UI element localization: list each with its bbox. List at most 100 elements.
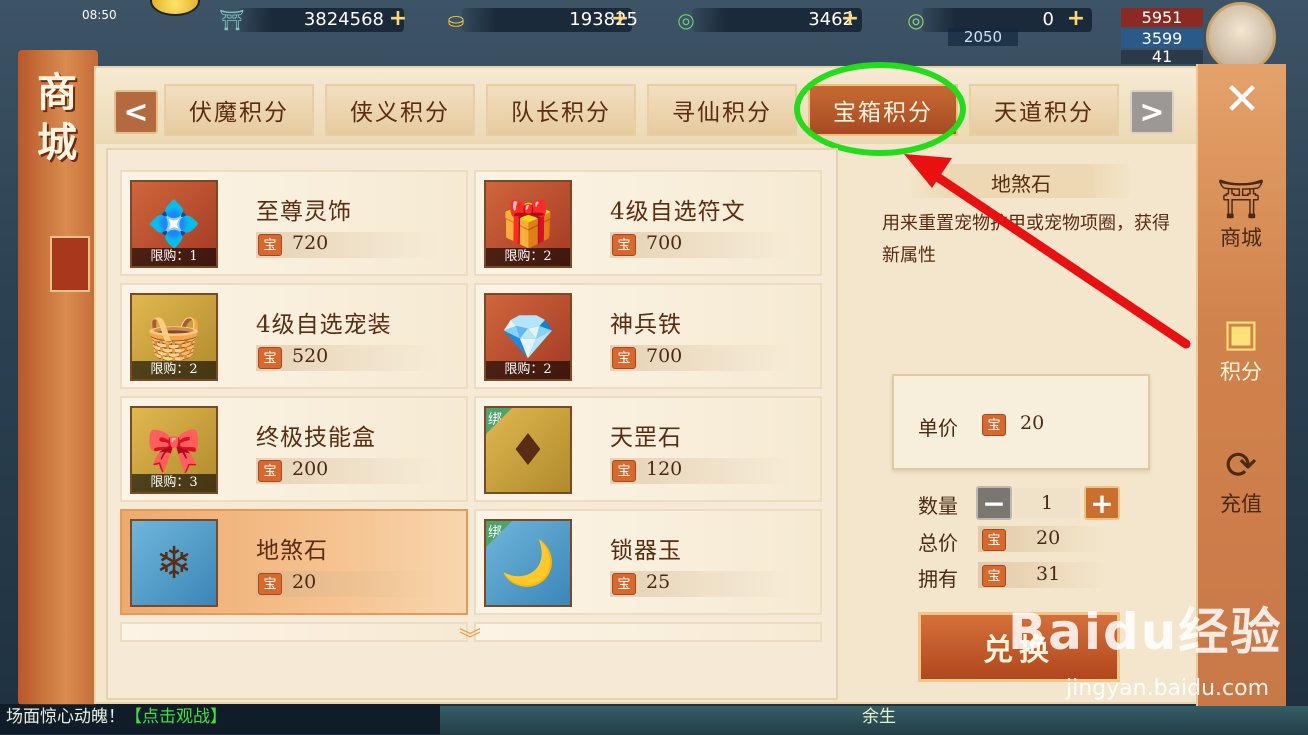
item-price: 200: [292, 458, 329, 480]
top-status-bar: 08:50 ⛩ 3824568 + ⛀ 193825 + ◎ 3462 + ◎ …: [0, 0, 1308, 72]
chevron-down-icon[interactable]: ︾: [452, 622, 488, 653]
bound-jade-icon: ◎: [677, 8, 695, 32]
rail-item-recharge[interactable]: ⟳ 充值: [1206, 442, 1276, 518]
watermark-url: jingyan.baidu.com: [1066, 676, 1270, 701]
item-list[interactable]: 💠 限购：1 至尊灵饰 宝 720 🎁 限购：2 4级自选符文 宝 700 🧺 …: [106, 148, 838, 700]
item-card[interactable]: 💎 限购：2 神兵铁 宝 700: [474, 283, 822, 389]
currency-icon: 宝: [612, 234, 636, 256]
quantity-decrease-button[interactable]: −: [976, 486, 1012, 520]
total-price-value: 20: [1036, 527, 1061, 549]
item-name: 锁器玉: [610, 538, 682, 564]
item-name: 地煞石: [256, 538, 328, 564]
chat-ticker[interactable]: 场面惊心动魄！【点击观战】: [0, 704, 440, 734]
item-name: 4级自选符文: [610, 199, 746, 225]
prev-tab-button[interactable]: <: [114, 90, 158, 134]
item-card[interactable]: 🌙 绑 锁器玉 宝 25: [474, 509, 822, 615]
item-price: 120: [646, 458, 683, 480]
item-card-partial[interactable]: [474, 622, 822, 642]
watermark-logo: Baidu经验: [1008, 603, 1283, 661]
resource-value: 3824568: [303, 9, 384, 30]
rail-item-points[interactable]: ▣ 积分: [1206, 310, 1276, 386]
skill-box-icon: 🎀 限购：3: [130, 406, 218, 494]
quantity-label: 数量: [918, 494, 958, 518]
add-resource-button[interactable]: +: [1066, 8, 1086, 30]
item-card[interactable]: ♦ 绑 天罡石 宝 120: [474, 396, 822, 502]
add-resource-button[interactable]: +: [610, 8, 630, 30]
item-card[interactable]: 🧺 限购：2 4级自选宠装 宝 520: [120, 283, 468, 389]
treasure-chest-icon: 🎁 限购：2: [484, 180, 572, 268]
tab-fumo-points[interactable]: 伏魔积分: [164, 84, 314, 136]
total-price-label: 总价: [918, 531, 958, 555]
dragon-recharge-icon: ⟳: [1225, 443, 1257, 487]
purchase-limit: 限购：2: [132, 361, 216, 379]
unit-price-label: 单价: [918, 416, 958, 440]
item-name: 4级自选宠装: [256, 312, 392, 338]
resource-jade-tower: ⛩ 3824568 +: [216, 6, 408, 32]
rail-item-label: 充值: [1220, 492, 1262, 516]
close-icon[interactable]: ✕: [1212, 72, 1272, 132]
tab-tiandao-points[interactable]: 天道积分: [969, 84, 1119, 136]
item-name: 天罡石: [610, 425, 682, 451]
chat-text: 场面惊心动魄！: [6, 707, 125, 727]
currency-icon: 宝: [258, 460, 282, 482]
owned-label: 拥有: [918, 567, 958, 591]
tab-captain-points[interactable]: 队长积分: [486, 84, 636, 136]
currency-icon: 宝: [258, 234, 282, 256]
purchase-limit: 限购：1: [132, 248, 216, 266]
detail-description: 用来重置宠物护甲或宠物项圈，获得新属性: [882, 213, 1170, 266]
item-card[interactable]: 🎀 限购：3 终极技能盒 宝 200: [120, 396, 468, 502]
currency-icon: 宝: [258, 573, 282, 595]
quantity-field[interactable]: 1: [1014, 488, 1080, 518]
currency-icon: 宝: [612, 460, 636, 482]
item-card[interactable]: 🎁 限购：2 4级自选符文 宝 700: [474, 170, 822, 276]
player-avatar[interactable]: [1206, 2, 1276, 72]
item-name: 终极技能盒: [256, 425, 376, 451]
rail-item-shop[interactable]: ⛩ 商城: [1206, 176, 1276, 252]
gold-coin-icon[interactable]: [150, 0, 200, 16]
watch-battle-link[interactable]: 【点击观战】: [125, 707, 227, 727]
item-card-selected[interactable]: ❄ 地煞石 宝 20: [120, 509, 468, 615]
crystal-ore-icon: 💎 限购：2: [484, 293, 572, 381]
player-stat: 5951: [1121, 8, 1203, 27]
pet-armor-box-icon: 🧺 限购：2: [130, 293, 218, 381]
background-value: 2050: [948, 28, 1018, 46]
shop-building-icon: ⛩: [1216, 177, 1266, 221]
add-resource-button[interactable]: +: [840, 8, 860, 30]
item-name: 神兵铁: [610, 312, 682, 338]
highlight-annotation-ring: [794, 62, 966, 156]
tab-xunxian-points[interactable]: 寻仙积分: [647, 84, 797, 136]
item-price: 700: [646, 345, 683, 367]
red-gem-icon: ♦ 绑: [484, 406, 572, 494]
item-card-partial[interactable]: [120, 622, 468, 642]
bound-tag: 绑: [486, 408, 512, 434]
player-stat: 3599: [1121, 29, 1203, 48]
resource-gold-ingot: ⛀ 193825 +: [440, 6, 638, 32]
add-resource-button[interactable]: +: [388, 8, 408, 30]
next-tab-button[interactable]: >: [1130, 90, 1174, 134]
item-price: 20: [292, 571, 317, 593]
tab-xiayi-points[interactable]: 侠义积分: [325, 84, 475, 136]
rail-item-label: 商城: [1220, 226, 1262, 250]
ornament-icon: 💠 限购：1: [130, 180, 218, 268]
jade-tower-icon: ⛩: [219, 8, 245, 32]
quantity-increase-button[interactable]: +: [1084, 486, 1120, 520]
golden-jade-icon: 🌙 绑: [484, 519, 572, 607]
unit-price-value: 20: [1020, 412, 1045, 434]
seal-icon: [50, 236, 90, 292]
currency-icon: 宝: [258, 347, 282, 369]
resource-value: 3462: [808, 9, 854, 30]
item-card[interactable]: 💠 限购：1 至尊灵饰 宝 720: [120, 170, 468, 276]
resource-bound-jade: ◎ 3462 +: [670, 6, 866, 32]
item-price: 720: [292, 232, 329, 254]
blue-crystal-icon: ❄: [130, 519, 218, 607]
points-chest-icon: ▣: [1223, 311, 1259, 355]
bound-tag: 绑: [486, 521, 512, 547]
currency-icon: 宝: [982, 565, 1006, 587]
gold-ingot-icon: ⛀: [447, 8, 465, 32]
purchase-limit: 限购：2: [486, 248, 570, 266]
rail-item-label: 积分: [1220, 360, 1262, 384]
clock: 08:50: [82, 8, 117, 22]
detail-item-title: 地煞石: [991, 172, 1051, 196]
currency-icon: 宝: [612, 347, 636, 369]
item-price: 520: [292, 345, 329, 367]
